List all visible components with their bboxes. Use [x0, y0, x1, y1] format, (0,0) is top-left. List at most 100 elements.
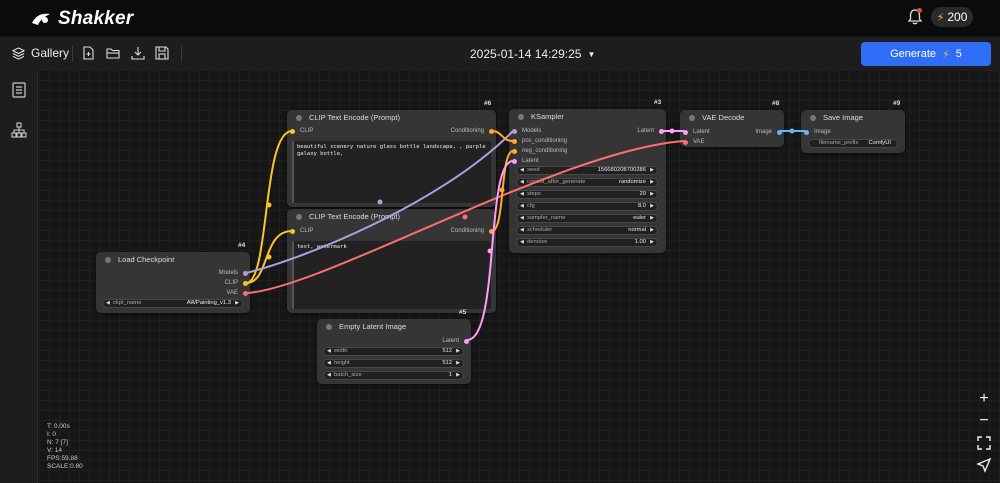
layers-icon	[12, 46, 25, 60]
stat-nodes: N: 7 [7]	[47, 439, 68, 446]
conditioning-output-port[interactable]: Conditioning	[451, 226, 494, 236]
stat-v: V: 14	[47, 447, 62, 454]
decrement-arrow-icon[interactable]: ◀	[520, 167, 524, 174]
cfg-widget[interactable]: ◀ cfg 8.0 ▶	[516, 202, 658, 211]
shakker-logo-icon	[32, 13, 50, 25]
ckpt-name-widget[interactable]: ◀ ckpt_name AWPainting_v1.3 ▶	[102, 299, 243, 308]
increment-arrow-icon[interactable]: ▶	[650, 227, 654, 234]
empty-latent-image-node[interactable]: Empty Latent Image Latent ◀ width 512 ▶ ◀ he…	[317, 319, 471, 384]
decrement-arrow-icon[interactable]: ◀	[520, 239, 524, 246]
increment-arrow-icon[interactable]: ▶	[650, 167, 654, 174]
scheduler-widget[interactable]: ◀ scheduler normal ▶	[516, 226, 658, 235]
node-title: Empty Latent Image	[317, 319, 471, 335]
notification-dot	[917, 8, 922, 13]
vae-input-port[interactable]: VAE	[683, 137, 705, 147]
brand-logo[interactable]: Shakker	[30, 8, 133, 30]
clip-text-encode-negative-node[interactable]: CLIP Text Encode (Prompt) CLIP Condition…	[287, 209, 496, 313]
conditioning-output-port[interactable]: Conditioning	[451, 126, 494, 136]
clip-output-port[interactable]: CLIP	[225, 278, 248, 288]
increment-arrow-icon[interactable]: ▶	[456, 348, 460, 355]
increment-arrow-icon[interactable]: ▶	[235, 300, 239, 307]
increment-arrow-icon[interactable]: ▶	[650, 203, 654, 210]
pos-conditioning-input-port[interactable]: pos_conditioning	[512, 136, 567, 146]
increment-arrow-icon[interactable]: ▶	[650, 179, 654, 186]
credits-badge[interactable]: ⚡ 200	[931, 7, 973, 27]
workflow-title-dropdown[interactable]: 2025-01-14 14:29:25 ▼	[470, 47, 595, 61]
height-widget[interactable]: ◀ height 512 ▶	[323, 359, 464, 368]
load-checkpoint-node[interactable]: Load Checkpoint Models CLIP VAE ◀ ckpt_na…	[96, 252, 250, 313]
node-title: Load Checkpoint	[96, 252, 250, 268]
lightning-icon: ⚡	[942, 48, 950, 61]
clip-input-port[interactable]: CLIP	[290, 226, 313, 236]
clip-input-port[interactable]: CLIP	[290, 126, 313, 136]
latent-input-port[interactable]: Latent	[512, 156, 539, 166]
decrement-arrow-icon[interactable]: ◀	[520, 191, 524, 198]
vae-output-port[interactable]: VAE	[226, 288, 248, 298]
batch-size-widget[interactable]: ◀ batch_size 1 ▶	[323, 371, 464, 380]
decrement-arrow-icon[interactable]: ◀	[327, 360, 331, 367]
generate-button[interactable]: Generate ⚡ 5	[861, 42, 991, 66]
save-image-node[interactable]: Save Image Image filename_prefix ComfyUI	[801, 110, 905, 153]
toolbar: Gallery 2025-01-14 14:29:25 ▼ Generate ⚡…	[0, 37, 1000, 70]
vae-decode-node[interactable]: VAE Decode Latent VAE Image	[680, 110, 784, 147]
steps-widget[interactable]: ◀ steps 20 ▶	[516, 190, 658, 199]
lightning-icon: ⚡	[936, 11, 945, 24]
control-after-generate-widget[interactable]: ◀ control_after_generate randomize ▶	[516, 178, 658, 187]
increment-arrow-icon[interactable]: ▶	[650, 215, 654, 222]
decrement-arrow-icon[interactable]: ◀	[520, 179, 524, 186]
stat-scale: SCALE:0.80	[47, 463, 83, 470]
sampler-name-widget[interactable]: ◀ sampler_name euler ▶	[516, 214, 658, 223]
image-input-port[interactable]: Image	[804, 127, 831, 137]
decrement-arrow-icon[interactable]: ◀	[520, 227, 524, 234]
increment-arrow-icon[interactable]: ▶	[456, 360, 460, 367]
neg-conditioning-input-port[interactable]: neg_conditioning	[512, 146, 567, 156]
document-list-icon[interactable]	[11, 82, 27, 98]
left-sidebar	[0, 70, 38, 483]
pointer-icon[interactable]	[975, 456, 993, 474]
decrement-arrow-icon[interactable]: ◀	[106, 300, 110, 307]
stat-time: T: 0.00s	[47, 423, 70, 430]
decrement-arrow-icon[interactable]: ◀	[327, 348, 331, 355]
save-icon[interactable]	[155, 46, 169, 60]
node-id-label: #8	[772, 100, 780, 107]
seed-widget[interactable]: ◀ seed 156680208700286 ▶	[516, 166, 658, 175]
models-output-port[interactable]: Models	[219, 268, 248, 278]
gallery-button[interactable]: Gallery	[12, 46, 69, 60]
caret-down-icon: ▼	[587, 49, 596, 59]
models-input-port[interactable]: Models	[512, 126, 541, 136]
width-widget[interactable]: ◀ width 512 ▶	[323, 347, 464, 356]
latent-output-port[interactable]: Latent	[637, 126, 664, 136]
fit-view-icon[interactable]	[975, 434, 993, 452]
new-file-icon[interactable]	[81, 46, 95, 60]
gallery-label: Gallery	[31, 46, 70, 60]
increment-arrow-icon[interactable]: ▶	[456, 372, 460, 379]
latent-output-port[interactable]: Latent	[442, 336, 469, 346]
stat-fps: FPS:59.88	[47, 455, 78, 462]
zoom-in-icon[interactable]: +	[975, 390, 993, 408]
denoise-widget[interactable]: ◀ denoise 1.00 ▶	[516, 238, 658, 247]
open-folder-icon[interactable]	[106, 46, 120, 60]
node-id-label: #9	[893, 100, 901, 107]
node-id-label: #4	[238, 242, 246, 249]
decrement-arrow-icon[interactable]: ◀	[520, 215, 524, 222]
node-title: CLIP Text Encode (Prompt)	[287, 110, 496, 126]
zoom-out-icon[interactable]: −	[975, 412, 993, 430]
ksampler-node[interactable]: KSampler Models pos_conditioning neg_con…	[509, 109, 666, 253]
stat-i: I: 0	[47, 431, 57, 438]
image-output-port[interactable]: Image	[755, 127, 782, 137]
top-bar: Shakker ⚡ 200	[0, 0, 1000, 36]
download-icon[interactable]	[131, 46, 145, 60]
node-tree-icon[interactable]	[11, 122, 27, 138]
toolbar-divider	[72, 46, 73, 62]
decrement-arrow-icon[interactable]: ◀	[520, 203, 524, 210]
canvas-stats: T: 0.00s I: 0 N: 7 [7] V: 14 FPS:59.88 S…	[47, 423, 83, 471]
clip-text-encode-positive-node[interactable]: CLIP Text Encode (Prompt) CLIP Condition…	[287, 110, 496, 207]
node-title: VAE Decode	[680, 110, 784, 126]
increment-arrow-icon[interactable]: ▶	[650, 239, 654, 246]
negative-prompt-textarea[interactable]: text, watermark	[292, 241, 491, 309]
latent-input-port[interactable]: Latent	[683, 127, 710, 137]
decrement-arrow-icon[interactable]: ◀	[327, 372, 331, 379]
increment-arrow-icon[interactable]: ▶	[650, 191, 654, 198]
filename-prefix-widget[interactable]: filename_prefix ComfyUI	[808, 139, 898, 148]
positive-prompt-textarea[interactable]: beautiful scenery nature glass bottle la…	[292, 141, 491, 203]
